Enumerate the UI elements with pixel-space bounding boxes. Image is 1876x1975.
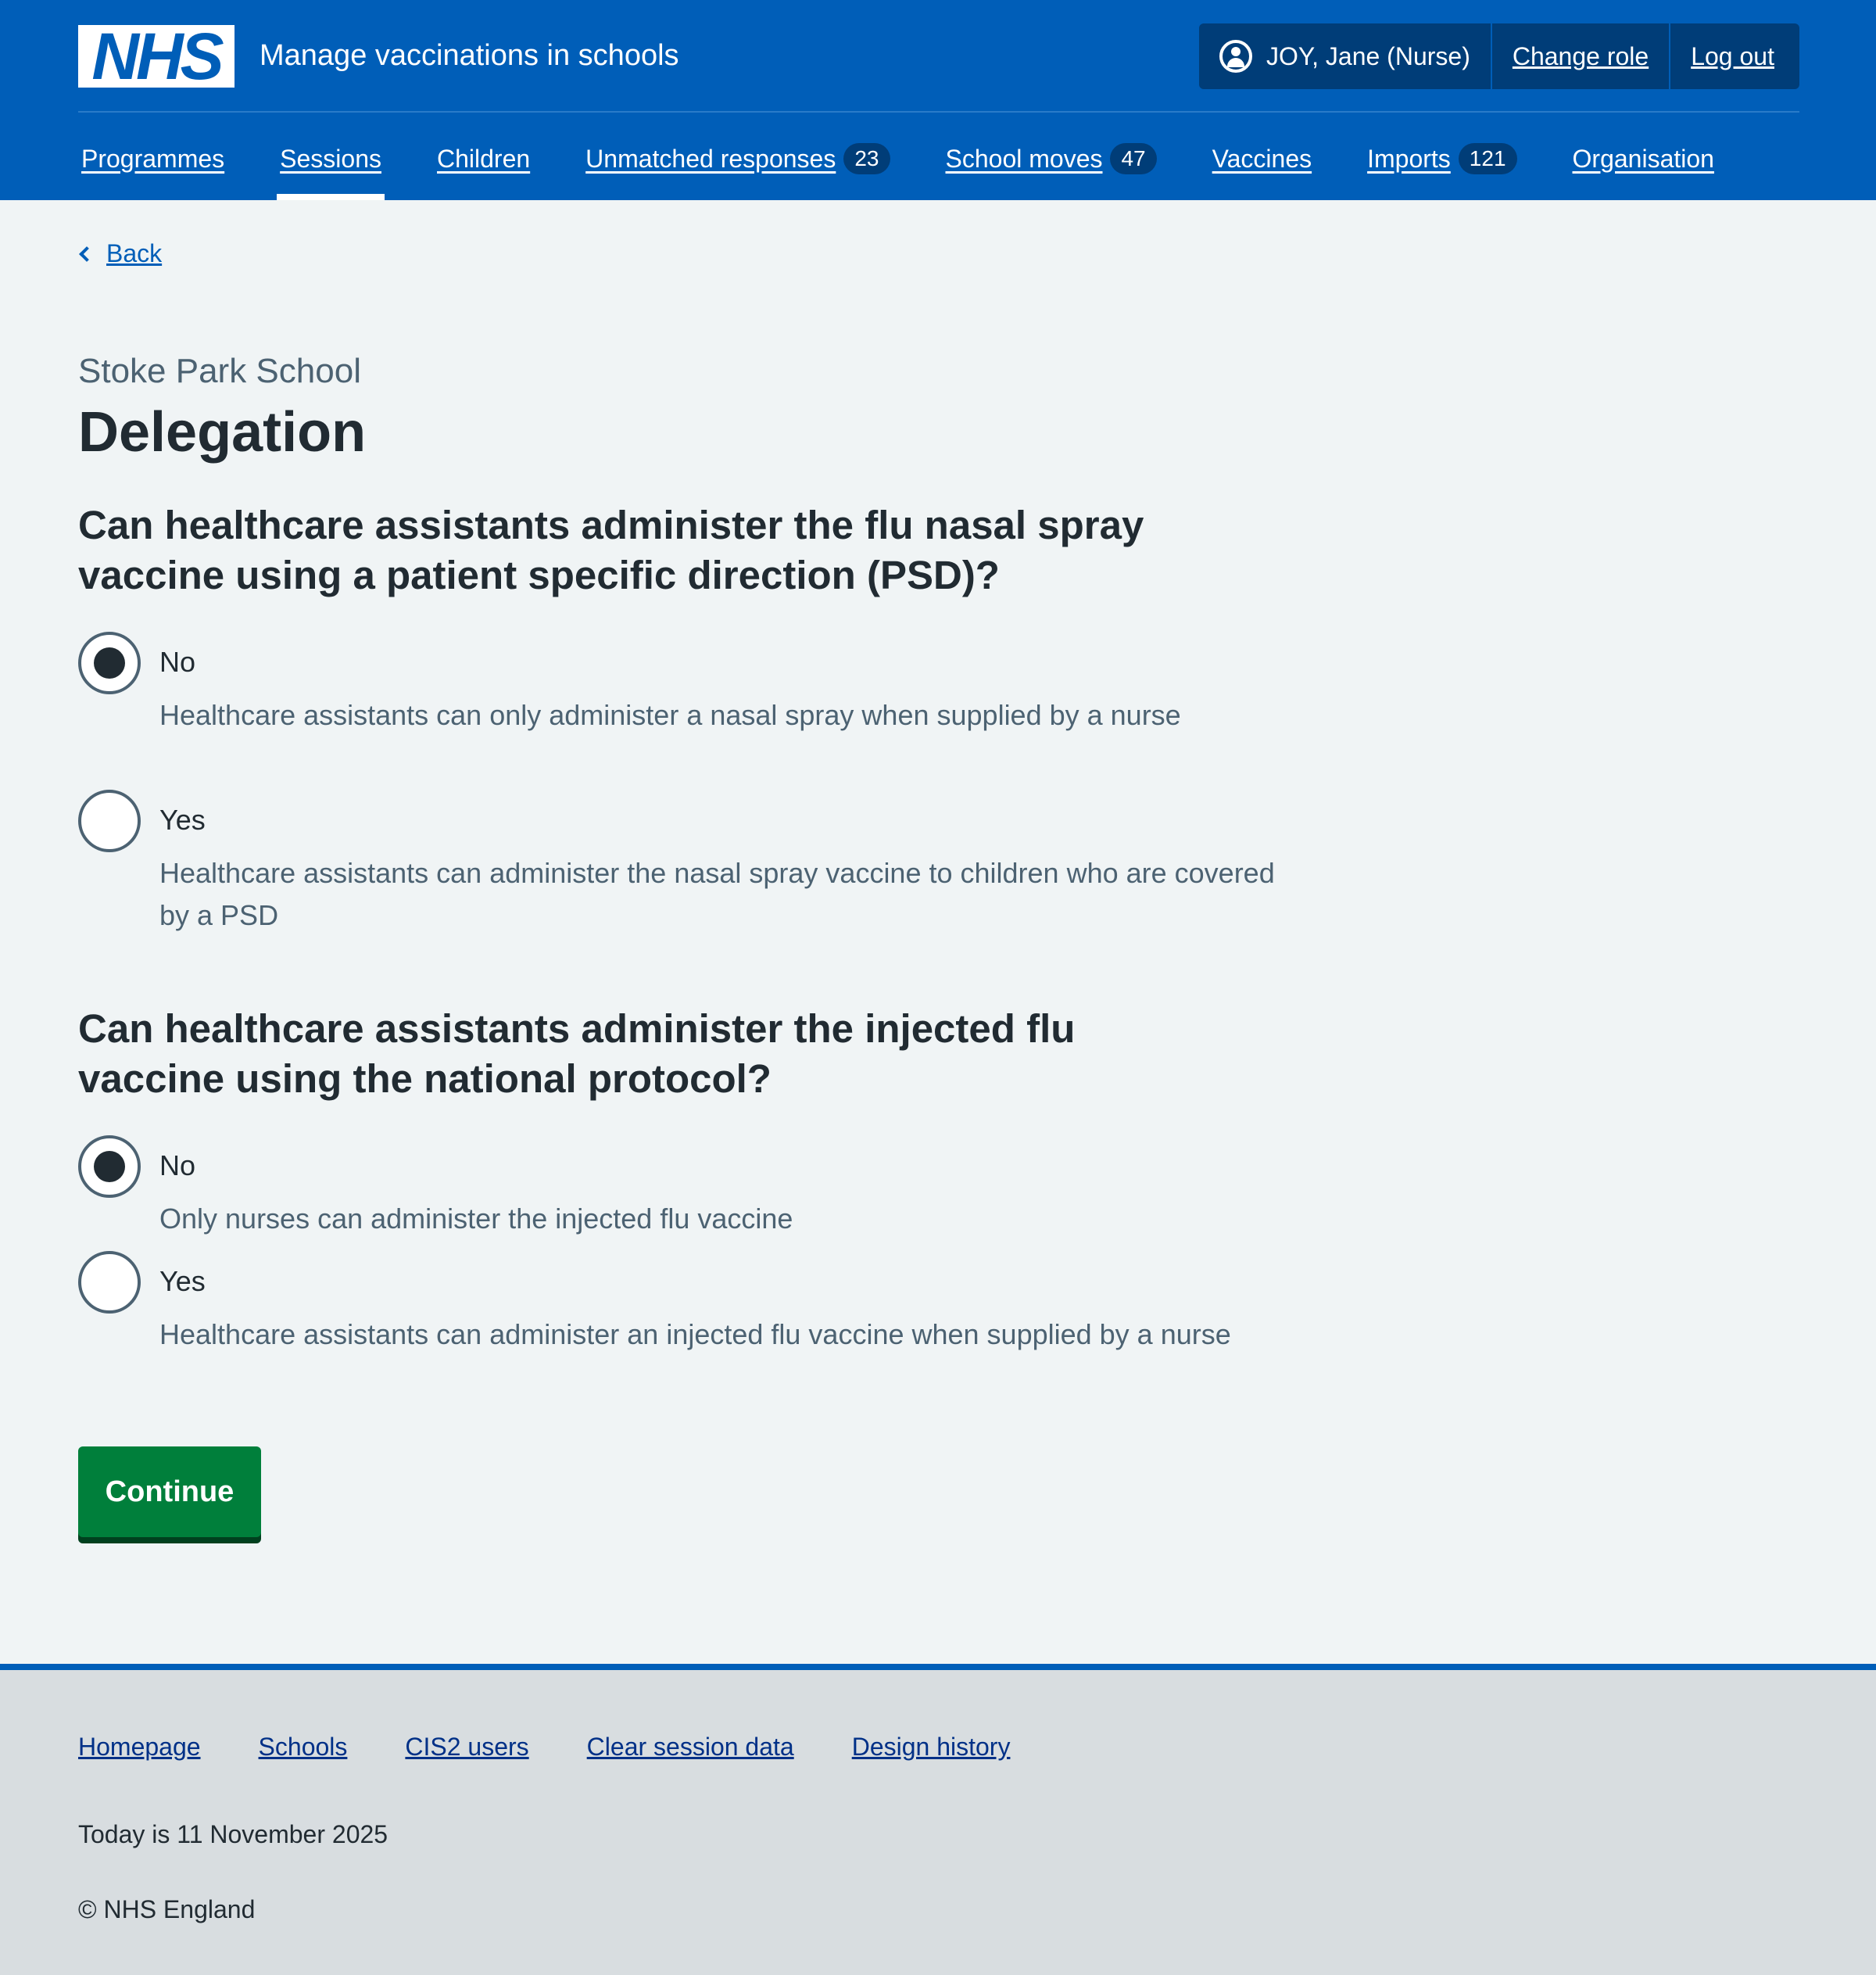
radio-label[interactable]: No — [159, 1149, 195, 1182]
nav-item-label: Sessions — [280, 144, 381, 173]
radio-hint: Healthcare assistants can administer the… — [159, 857, 1275, 931]
radio-button[interactable] — [78, 1251, 141, 1314]
site-footer: Homepage Schools CIS2 users Clear sessio… — [0, 1664, 1876, 1975]
nav-item-unmatched-responses[interactable]: Unmatched responses 23 — [582, 117, 893, 200]
radio-button[interactable] — [78, 790, 141, 852]
page-title: Delegation — [78, 401, 367, 464]
chevron-left-icon — [79, 246, 95, 262]
account-change-role: Change role — [1492, 23, 1671, 89]
back-link-label: Back — [106, 239, 163, 267]
count-badge: 121 — [1458, 143, 1517, 174]
nhs-logo[interactable]: NHS — [78, 20, 234, 93]
nav-item-imports[interactable]: Imports 121 — [1364, 117, 1520, 200]
nav-item-sessions[interactable]: Sessions — [277, 117, 385, 200]
radio-label[interactable]: Yes — [159, 804, 206, 837]
user-icon — [1219, 40, 1252, 73]
radio-hint: Healthcare assistants can only administe… — [159, 699, 1181, 731]
nav-item-vaccines[interactable]: Vaccines — [1209, 117, 1315, 200]
footer-date: Today is 11 November 2025 — [78, 1820, 388, 1848]
nav-item-school-moves[interactable]: School moves 47 — [943, 117, 1160, 200]
nav-item-label: Organisation — [1572, 144, 1714, 173]
account-user-name: JOY, Jane (Nurse) — [1266, 41, 1470, 70]
count-badge: 47 — [1110, 143, 1157, 174]
radio-button[interactable] — [78, 1135, 141, 1198]
nav-item-programmes[interactable]: Programmes — [78, 117, 227, 200]
footer-link-cis2-users[interactable]: CIS2 users — [405, 1733, 528, 1762]
radio-hint: Only nurses can administer the injected … — [159, 1203, 793, 1235]
footer-copyright: © NHS England — [78, 1895, 256, 1923]
radio-button[interactable] — [78, 632, 141, 694]
account-user: JOY, Jane (Nurse) — [1199, 23, 1492, 89]
nav-item-label: Unmatched responses — [585, 144, 836, 173]
footer-link-schools[interactable]: Schools — [259, 1733, 348, 1762]
nav-item-label: Imports — [1367, 144, 1451, 173]
nav-item-label: Programmes — [81, 144, 225, 173]
nav-item-organisation[interactable]: Organisation — [1570, 117, 1717, 200]
footer-link-clear-session-data[interactable]: Clear session data — [587, 1733, 794, 1762]
log-out-link[interactable]: Log out — [1691, 42, 1774, 71]
nav-item-label: Vaccines — [1212, 144, 1312, 173]
primary-nav: Programmes Sessions Children Unmatched r… — [78, 117, 1767, 200]
service-name[interactable]: Manage vaccinations in schools — [260, 36, 679, 75]
radio-label[interactable]: Yes — [159, 1265, 206, 1298]
footer-links: Homepage Schools CIS2 users Clear sessio… — [78, 1733, 1068, 1762]
nav-item-label: School moves — [945, 144, 1103, 173]
back-link[interactable]: Back — [78, 239, 162, 268]
count-badge: 23 — [843, 143, 890, 174]
header-divider — [78, 111, 1799, 113]
account-log-out: Log out — [1670, 23, 1795, 89]
continue-button[interactable]: Continue — [78, 1446, 261, 1537]
footer-link-homepage[interactable]: Homepage — [78, 1733, 201, 1762]
nav-item-children[interactable]: Children — [434, 117, 533, 200]
question-injected-national-protocol: Can healthcare assistants administer the… — [78, 1006, 1076, 1101]
nhs-logo-text: NHS — [91, 20, 224, 93]
radio-label[interactable]: No — [159, 646, 195, 679]
nav-item-label: Children — [437, 144, 531, 173]
footer-link-design-history[interactable]: Design history — [852, 1733, 1011, 1762]
change-role-link[interactable]: Change role — [1513, 42, 1649, 71]
site-header: NHS Manage vaccinations in schools JOY, … — [0, 0, 1876, 200]
page-caption: Stoke Park School — [78, 352, 361, 390]
radio-hint: Healthcare assistants can administer an … — [159, 1318, 1231, 1350]
question-nasal-spray-psd: Can healthcare assistants administer the… — [78, 503, 1144, 597]
account-bar: JOY, Jane (Nurse) Change role Log out — [1199, 23, 1799, 89]
